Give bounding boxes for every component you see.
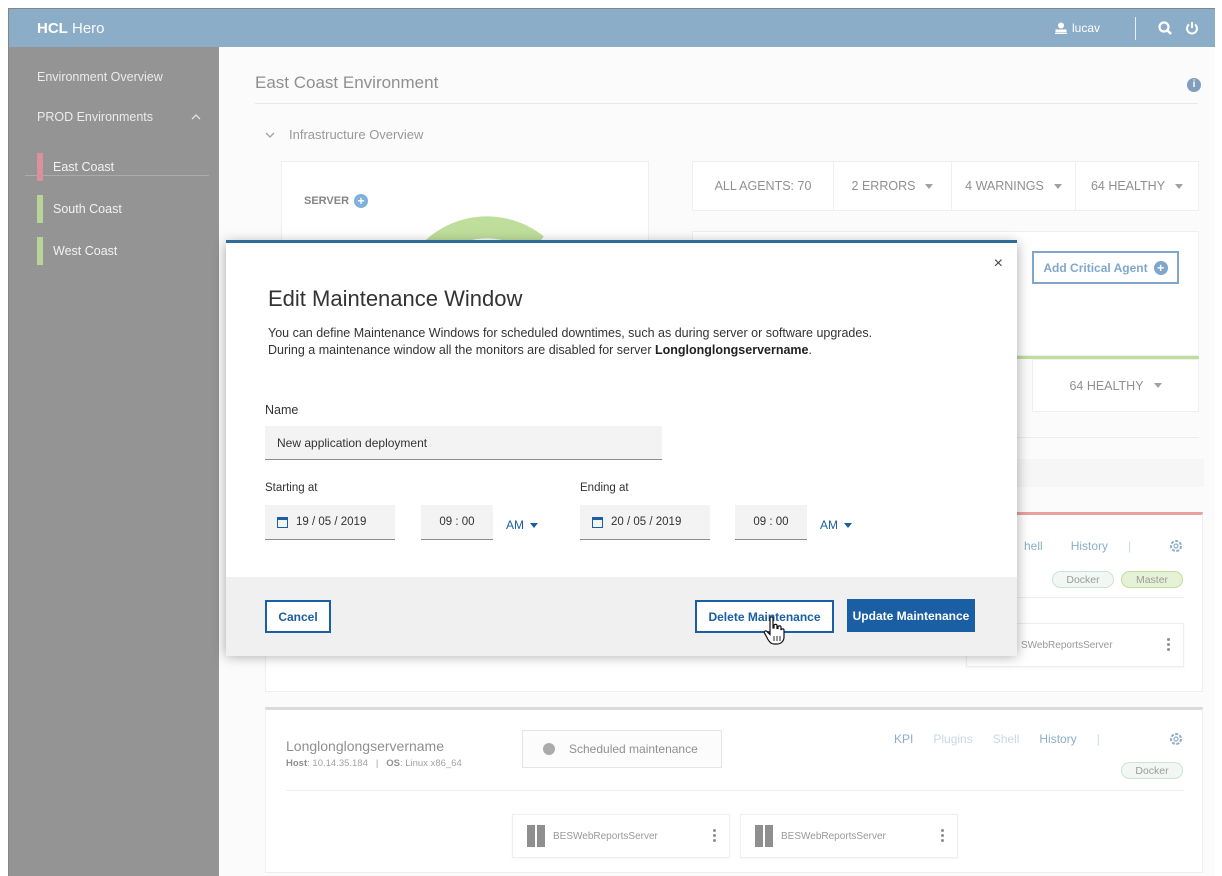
date-value: 20 / 05 / 2019 bbox=[611, 516, 682, 528]
cancel-button[interactable]: Cancel bbox=[265, 600, 331, 633]
date-value: 19 / 05 / 2019 bbox=[296, 516, 367, 528]
edit-maintenance-dialog: × Edit Maintenance Window You can define… bbox=[226, 240, 1017, 656]
end-date-field[interactable]: 20 / 05 / 2019 bbox=[580, 505, 710, 540]
name-field[interactable] bbox=[265, 426, 662, 460]
calendar-icon bbox=[277, 516, 288, 528]
start-time-field[interactable]: 09 : 00 bbox=[421, 505, 493, 540]
caret-down-icon bbox=[530, 522, 538, 528]
description-line-2: During a maintenance window all the moni… bbox=[268, 342, 872, 359]
description-line-1: You can define Maintenance Windows for s… bbox=[268, 326, 873, 340]
end-label: Ending at bbox=[580, 482, 629, 494]
hand-cursor-icon bbox=[763, 616, 785, 645]
ampm-value: AM bbox=[506, 518, 524, 532]
time-value: 09 : 00 bbox=[439, 516, 475, 528]
name-label: Name bbox=[265, 403, 299, 417]
close-icon[interactable]: × bbox=[994, 255, 1003, 273]
calendar-icon bbox=[592, 516, 603, 528]
dialog-description: You can define Maintenance Windows for s… bbox=[268, 325, 872, 359]
dialog-footer: Cancel Delete Maintenance Update Mainten… bbox=[226, 577, 1017, 656]
start-label: Starting at bbox=[265, 482, 318, 494]
button-label: Update Maintenance bbox=[852, 608, 970, 623]
time-value: 09 : 00 bbox=[753, 516, 789, 528]
caret-down-icon bbox=[844, 522, 852, 528]
description-suffix: . bbox=[808, 343, 812, 357]
description-prefix: During a maintenance window all the moni… bbox=[268, 343, 655, 357]
button-label: Cancel bbox=[278, 609, 318, 624]
start-ampm-select[interactable]: AM bbox=[506, 518, 538, 532]
description-server: Longlonglongservername bbox=[655, 343, 809, 357]
ampm-value: AM bbox=[820, 518, 838, 532]
start-date-field[interactable]: 19 / 05 / 2019 bbox=[265, 505, 395, 540]
dialog-title: Edit Maintenance Window bbox=[268, 286, 523, 311]
end-ampm-select[interactable]: AM bbox=[820, 518, 852, 532]
update-maintenance-button[interactable]: Update Maintenance bbox=[847, 599, 975, 632]
end-time-field[interactable]: 09 : 00 bbox=[735, 505, 807, 540]
